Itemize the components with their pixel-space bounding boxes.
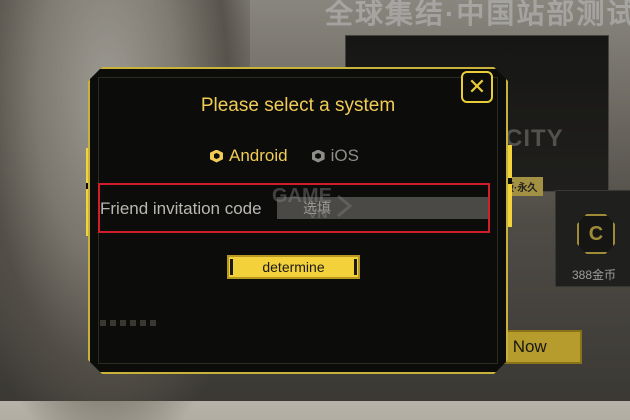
system-option-ios[interactable]: iOS bbox=[311, 146, 359, 166]
site-watermark-icon: GAME VN bbox=[272, 185, 353, 221]
determine-button[interactable]: determine bbox=[227, 255, 360, 279]
system-option-label: iOS bbox=[330, 146, 359, 165]
modal-corner-decoration bbox=[100, 320, 160, 326]
svg-text:GAME: GAME bbox=[272, 185, 332, 207]
system-option-android[interactable]: Android bbox=[210, 146, 288, 166]
system-radio-group: Android iOS bbox=[210, 146, 359, 166]
radio-selected-hex-icon bbox=[210, 149, 223, 163]
system-option-label: Android bbox=[229, 146, 288, 165]
svg-text:VN: VN bbox=[308, 205, 327, 221]
modal-title: Please select a system bbox=[200, 95, 396, 116]
radio-unselected-hex-icon bbox=[311, 149, 325, 163]
